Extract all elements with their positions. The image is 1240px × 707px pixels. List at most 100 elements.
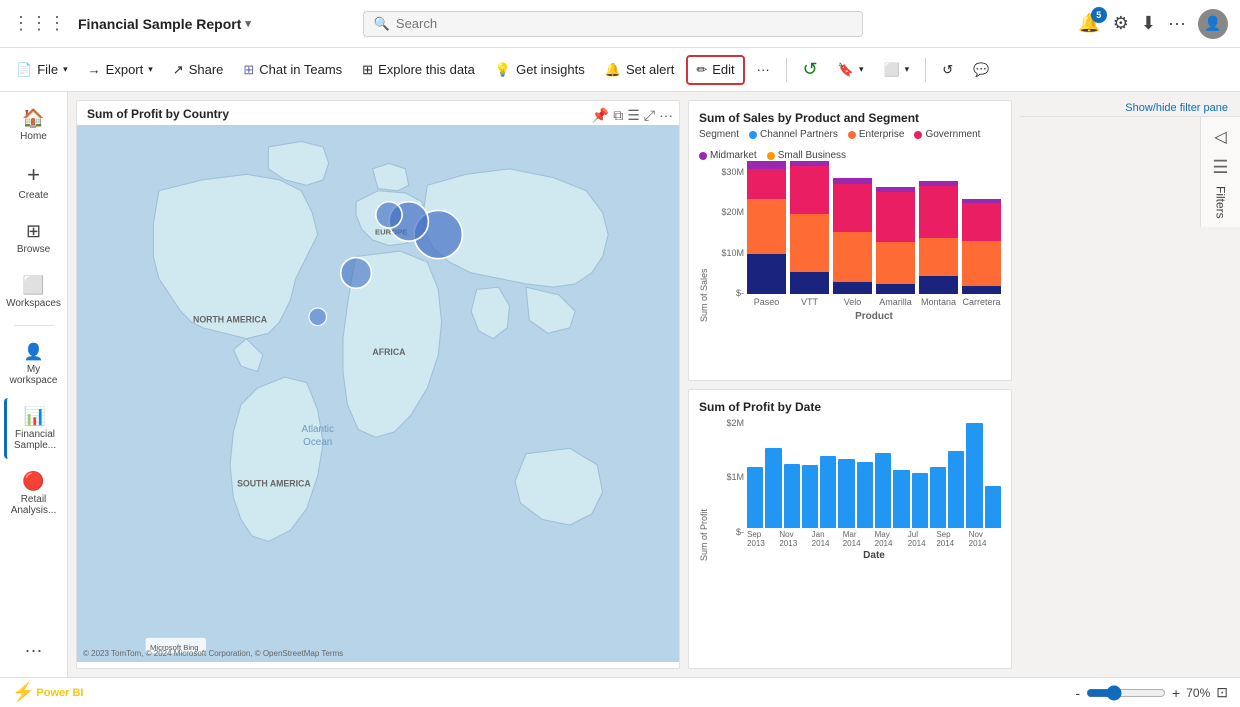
filter-icon[interactable]: ☰ (627, 107, 640, 124)
share-icon: ↗ (173, 62, 184, 78)
search-icon: 🔍 (374, 16, 390, 32)
bar-vtt-enterprise (790, 214, 829, 272)
map-card: Sum of Profit by Country 📌 ⧉ ☰ ⤢ ··· (76, 100, 680, 669)
bar-carretera-channel (962, 286, 1001, 294)
comment-button[interactable]: 💬 (965, 57, 997, 83)
zoom-out-button[interactable]: - (1075, 685, 1080, 701)
bar-paseo-gov (747, 169, 786, 199)
sidebar: 🏠 Home + Create ⊞ Browse ⬜ Workspaces 👤 … (0, 92, 68, 677)
legend-dot-channel (749, 131, 757, 139)
profit-bars-container (747, 418, 1001, 528)
sidebar-item-retail[interactable]: 🔴 Retail Analysis... (4, 463, 64, 524)
sales-chart-title: Sum of Sales by Product and Segment (699, 111, 1001, 125)
insights-button[interactable]: 💡 Get insights (487, 57, 593, 83)
x-nov13: Nov 2013 (779, 530, 811, 548)
sidebar-item-more[interactable]: ··· (4, 632, 64, 669)
bar-velo-channel (833, 282, 872, 294)
filter-title[interactable]: Filters (1214, 178, 1228, 227)
world-map-svg: Atlantic Ocean NORTH AMERICA EUROPE AFRI… (77, 125, 679, 662)
edit-label: Edit (712, 62, 734, 77)
explore-label: Explore this data (378, 62, 475, 77)
export-chevron-icon: ▾ (148, 64, 153, 75)
bar-velo-gov (833, 184, 872, 232)
sidebar-item-browse[interactable]: ⊞ Browse (4, 213, 64, 263)
expand-icon[interactable]: ⤢ (644, 107, 655, 124)
bar-group-vtt: VTT (790, 161, 829, 307)
y-label-1m: $1M (726, 472, 744, 482)
legend-label-smallbiz: Small Business (778, 150, 846, 161)
explore-button[interactable]: ⊞ Explore this data (354, 57, 483, 83)
bar-carretera-gov (962, 203, 1001, 241)
more-icon: ··· (25, 640, 43, 661)
settings-icon[interactable]: ⚙ (1113, 13, 1129, 34)
legend-dot-enterprise (848, 131, 856, 139)
export-button[interactable]: → Export ▾ (80, 57, 161, 82)
pin-icon[interactable]: 📌 (592, 107, 609, 124)
filter-collapse-button[interactable]: ◁ (1201, 117, 1240, 157)
bar-group-amarilla: Amarilla (876, 187, 915, 307)
y-label-10m: $10M (721, 248, 744, 258)
explore-icon: ⊞ (362, 62, 373, 78)
reset-button[interactable]: ↺ (934, 57, 961, 83)
fit-to-page-icon[interactable]: ⊡ (1216, 684, 1228, 701)
chat-teams-button[interactable]: ⊞ Chat in Teams (235, 57, 350, 83)
toolbar: 📄 File ▾ → Export ▾ ↗ Share ⊞ Chat in Te… (0, 48, 1240, 92)
more-options-icon[interactable]: ··· (1168, 13, 1186, 34)
x-may14: May 2014 (875, 530, 908, 548)
bar-montana-enterprise (919, 238, 958, 276)
bookmark-button[interactable]: 🔖 ▾ (830, 57, 872, 83)
filter-pane-area: Show/hide filter pane ◁ ☰ Filters (1020, 92, 1240, 677)
report-title: Financial Sample Report ▾ (78, 16, 251, 32)
search-bar[interactable]: 🔍 (363, 11, 863, 37)
download-icon[interactable]: ⬇ (1141, 13, 1156, 34)
profit-chart-card: Sum of Profit by Date Sum of Profit $2M … (688, 389, 1012, 670)
bar-carretera (962, 199, 1001, 294)
legend-label-government: Government (925, 129, 980, 140)
left-panel: Sum of Profit by Country 📌 ⧉ ☰ ⤢ ··· (68, 92, 688, 677)
sidebar-item-financial[interactable]: 📊 Financial Sample... (4, 398, 64, 459)
file-button[interactable]: 📄 File ▾ (8, 57, 76, 83)
teams-icon: ⊞ (243, 62, 254, 78)
alert-button[interactable]: 🔔 Set alert (597, 57, 683, 83)
search-input[interactable] (396, 16, 852, 31)
share-button[interactable]: ↗ Share (165, 57, 232, 83)
filter-bars-icon[interactable]: ☰ (1212, 157, 1228, 178)
refresh-button[interactable]: ↺ (795, 54, 826, 85)
notification-button[interactable]: 🔔 5 (1078, 13, 1100, 34)
chevron-down-icon[interactable]: ▾ (245, 17, 251, 30)
zoom-in-button[interactable]: + (1172, 685, 1180, 701)
grid-icon[interactable]: ⋮⋮⋮ (12, 13, 66, 34)
edit-button[interactable]: ✏ Edit (686, 55, 744, 85)
bar-paseo-enterprise (747, 199, 786, 254)
profit-y-title: Sum of Profit (699, 418, 709, 561)
avatar[interactable]: 👤 (1198, 9, 1228, 39)
profit-x-labels: Sep 2013 Nov 2013 Jan 2014 Mar 2014 May … (747, 528, 1001, 548)
browse-icon: ⊞ (26, 221, 41, 242)
legend-smallbiz: Small Business (767, 150, 846, 161)
more-toolbar-icon: ··· (757, 62, 770, 77)
show-hide-filter-btn[interactable]: Show/hide filter pane (1121, 100, 1232, 116)
profit-bar-8 (875, 453, 891, 528)
sidebar-item-create[interactable]: + Create (4, 154, 64, 209)
legend-dot-government (914, 131, 922, 139)
copy-icon[interactable]: ⧉ (613, 107, 623, 124)
svg-text:AFRICA: AFRICA (372, 347, 406, 357)
sidebar-item-workspaces[interactable]: ⬜ Workspaces (4, 267, 64, 317)
view-button[interactable]: ⬜ ▾ (875, 57, 917, 83)
zoom-slider[interactable] (1086, 685, 1166, 701)
report-title-text: Financial Sample Report (78, 16, 241, 32)
sales-y-axis: $30M $20M $10M $- (711, 167, 747, 298)
sales-y-title: Sum of Sales (699, 167, 709, 322)
workspaces-icon: ⬜ (22, 275, 44, 296)
more-toolbar-button[interactable]: ··· (749, 57, 778, 82)
file-label: File (37, 62, 58, 77)
legend-label-channel: Channel Partners (760, 129, 838, 140)
bar-vtt-gov (790, 166, 829, 214)
filter-pane: ◁ ☰ Filters (1200, 117, 1240, 227)
bar-label-paseo: Paseo (754, 297, 780, 307)
sidebar-item-home[interactable]: 🏠 Home (4, 100, 64, 150)
sidebar-item-myworkspace[interactable]: 👤 My workspace (4, 334, 64, 394)
share-label: Share (189, 62, 224, 77)
profit-y-axis: $2M $1M $- (711, 418, 747, 537)
more-map-icon[interactable]: ··· (659, 107, 673, 124)
